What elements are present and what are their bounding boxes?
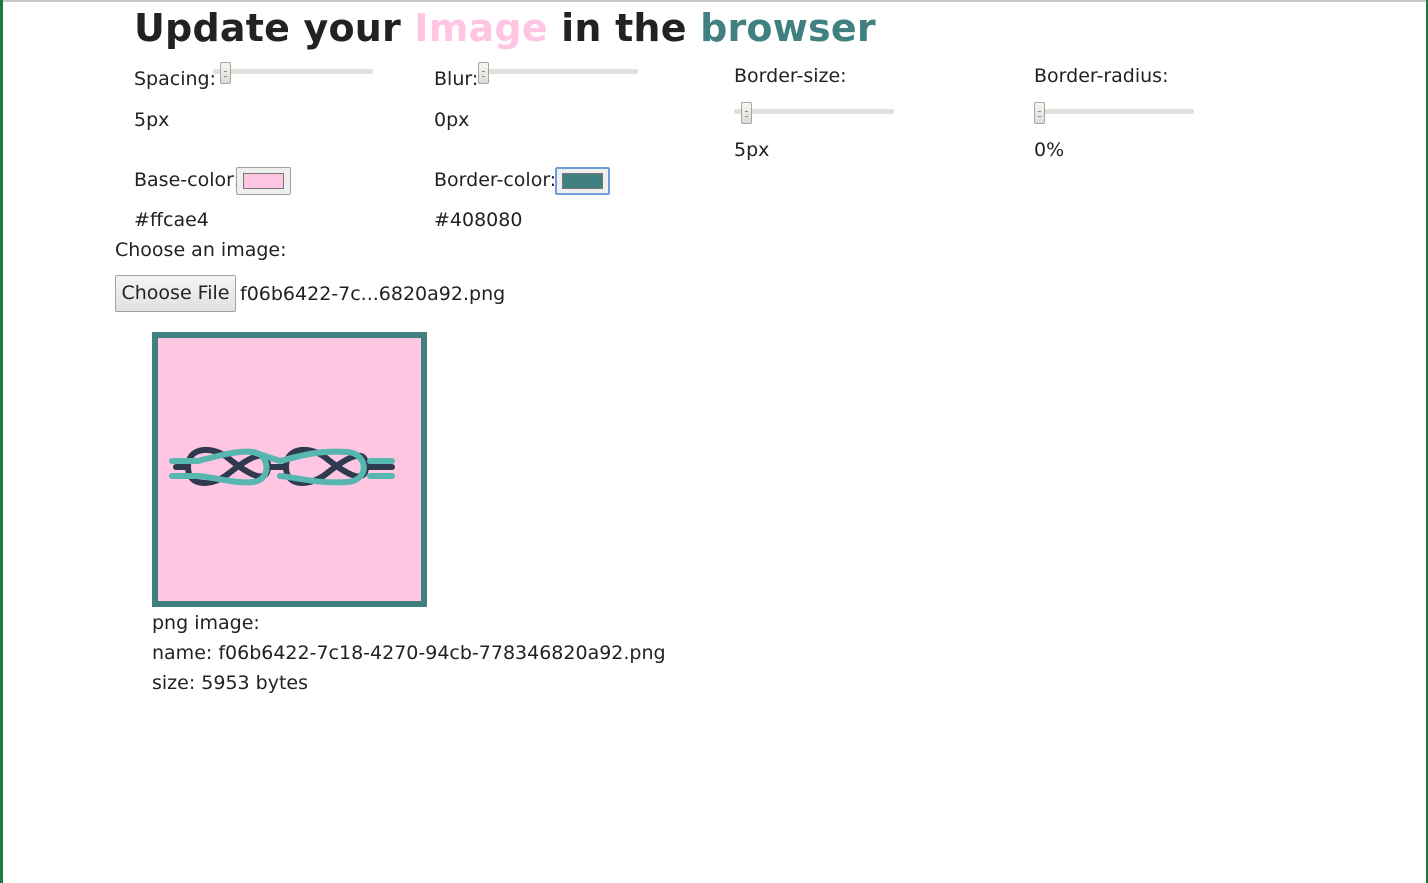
file-name-info: name: f06b6422-7c18-4270-94cb-778346820a… [152, 642, 666, 664]
base-color-value: #ffcae4 [134, 209, 209, 231]
page-title: Update your Image in the browser [134, 6, 876, 50]
border-radius-label: Border-radius: [1034, 65, 1169, 87]
blur-slider[interactable] [478, 62, 638, 84]
spacing-value: 5px [134, 109, 170, 131]
knot-rope-icon [169, 446, 395, 486]
border-size-slider-thumb[interactable] [741, 102, 752, 124]
base-color-swatch [243, 173, 284, 189]
border-radius-slider-track [1034, 109, 1194, 114]
border-color-value: #408080 [434, 209, 523, 231]
title-accent-browser: browser [700, 6, 876, 50]
file-type-info: png image: [152, 612, 260, 634]
border-size-slider-track [734, 109, 894, 114]
title-part-1: Update your [134, 6, 415, 50]
base-color-label: Base-color: [134, 169, 240, 191]
border-radius-value: 0% [1034, 139, 1065, 161]
blur-label: Blur: [434, 68, 479, 90]
spacing-slider-thumb[interactable] [220, 62, 231, 84]
border-size-slider[interactable] [734, 102, 894, 124]
border-color-picker[interactable] [555, 167, 610, 195]
choose-file-button[interactable]: Choose File [115, 275, 236, 312]
window-left-border [0, 0, 3, 883]
choose-image-label: Choose an image: [115, 239, 287, 261]
blur-slider-thumb[interactable] [478, 62, 489, 84]
border-radius-slider[interactable] [1034, 102, 1194, 124]
blur-value: 0px [434, 109, 470, 131]
title-part-3: in the [547, 6, 701, 50]
spacing-label: Spacing: [134, 68, 216, 90]
border-size-label: Border-size: [734, 65, 847, 87]
blur-slider-track [478, 69, 638, 74]
title-accent-image: Image [414, 6, 548, 50]
border-radius-slider-thumb[interactable] [1034, 102, 1045, 124]
image-preview [152, 332, 427, 607]
base-color-picker[interactable] [236, 167, 291, 195]
border-color-swatch [562, 173, 603, 189]
spacing-slider-track [213, 69, 373, 74]
border-size-value: 5px [734, 139, 770, 161]
chosen-file-name: f06b6422-7c...6820a92.png [240, 283, 506, 305]
border-color-label: Border-color: [434, 169, 557, 191]
file-size-info: size: 5953 bytes [152, 672, 309, 694]
spacing-slider[interactable] [213, 62, 373, 84]
window-top-border [0, 0, 1428, 2]
